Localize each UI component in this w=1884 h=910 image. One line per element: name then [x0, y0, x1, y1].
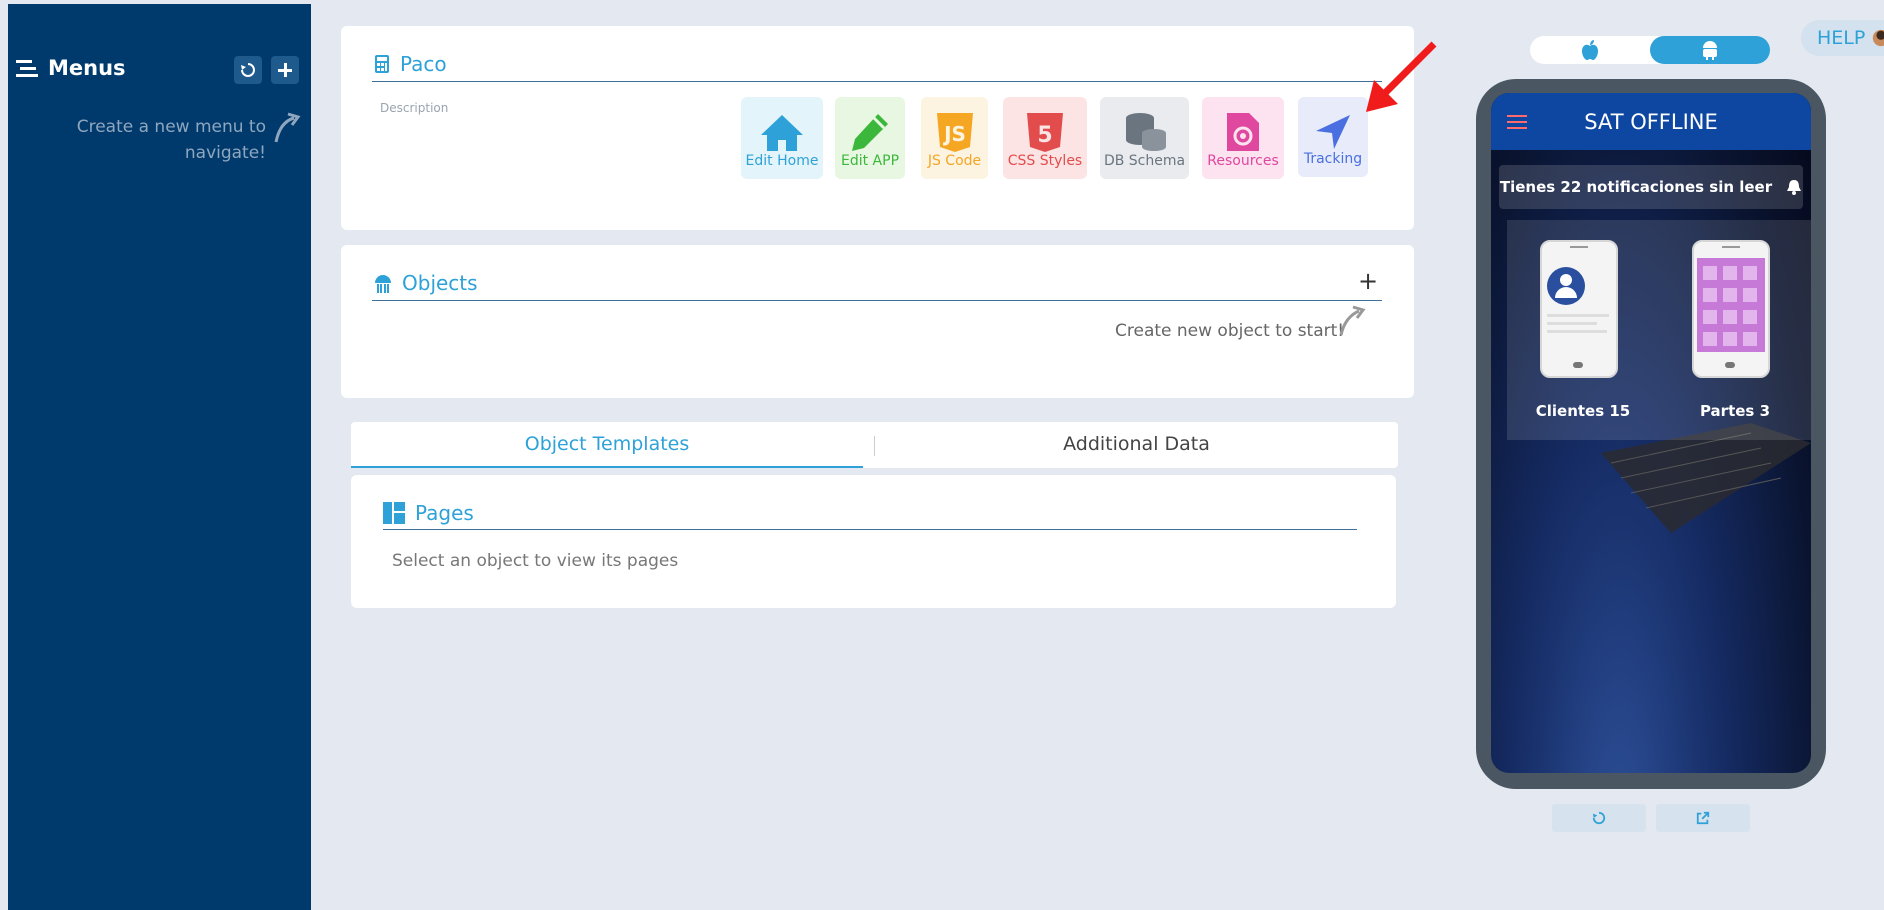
phone-app-header: SAT OFFLINE: [1491, 93, 1811, 150]
curved-arrow-icon: [274, 112, 301, 143]
menu-lines-icon: [16, 60, 38, 77]
mini-phone-image: [1692, 240, 1770, 378]
clientes-tile[interactable]: Clientes 15: [1507, 220, 1659, 440]
add-object-button[interactable]: +: [1358, 267, 1378, 295]
sidebar: Menus Create a new menu to navigate!: [8, 4, 311, 910]
phone-app-title: SAT OFFLINE: [1584, 109, 1718, 134]
pages-title: Pages: [383, 501, 474, 525]
apple-icon: [1582, 40, 1598, 60]
objects-divider: [372, 300, 1382, 301]
pencil-icon: [852, 114, 888, 151]
refresh-icon: [241, 63, 255, 77]
tab-additional-data[interactable]: Additional Data: [875, 422, 1398, 466]
sidebar-hint: Create a new menu to navigate!: [76, 117, 266, 163]
pages-empty-text: Select an object to view its pages: [392, 551, 679, 571]
project-title: Paco: [374, 52, 447, 76]
ios-option[interactable]: [1530, 36, 1650, 64]
help-button[interactable]: HELP: [1801, 20, 1884, 56]
edit-home-label: Edit Home: [745, 153, 819, 169]
svg-text:JS: JS: [942, 122, 966, 146]
open-preview-button[interactable]: [1656, 804, 1750, 832]
location-arrow-icon: [1316, 115, 1350, 149]
calculator-icon: [375, 55, 389, 73]
objects-title-text: Objects: [402, 271, 478, 295]
edit-app-button[interactable]: Edit APP: [835, 97, 905, 179]
edit-app-label: Edit APP: [840, 153, 900, 169]
clientes-label: Clientes 15: [1535, 402, 1631, 420]
description-label: Description: [380, 101, 449, 115]
objects-hint: Create new object to start!: [1115, 321, 1345, 341]
html5-icon: 5: [1027, 113, 1063, 152]
css-styles-label: CSS Styles: [1007, 153, 1083, 169]
phone-screen: SAT OFFLINE Tienes 22 notificaciones sin…: [1491, 93, 1811, 773]
notification-banner[interactable]: Tienes 22 notificaciones sin leer: [1499, 165, 1803, 209]
project-card: Paco Description Edit Home Edit APP JS J…: [341, 26, 1414, 230]
tab-bar: Object Templates Additional Data: [351, 422, 1398, 468]
css-styles-button[interactable]: 5 CSS Styles: [1003, 97, 1087, 179]
android-option[interactable]: [1650, 36, 1770, 64]
home-icon: [761, 115, 803, 151]
curved-arrow-icon: [1339, 305, 1366, 336]
pages-title-text: Pages: [415, 501, 474, 525]
tab-object-templates[interactable]: Object Templates: [351, 422, 863, 468]
partes-label: Partes 3: [1699, 402, 1771, 420]
refresh-preview-button[interactable]: [1552, 804, 1646, 832]
sidebar-title-text: Menus: [48, 56, 126, 80]
db-schema-button[interactable]: DB Schema: [1100, 97, 1189, 179]
file-gear-icon: [1227, 113, 1259, 151]
external-link-icon: [1696, 811, 1710, 825]
db-schema-label: DB Schema: [1103, 153, 1186, 169]
tracking-button[interactable]: Tracking: [1298, 97, 1368, 177]
dashboard-icon: [383, 502, 405, 524]
pages-divider: [383, 529, 1357, 530]
add-menu-button[interactable]: [271, 56, 299, 84]
notification-text: Tienes 22 notificaciones sin leer: [1499, 178, 1773, 196]
help-label: HELP: [1817, 27, 1866, 49]
sidebar-title: Menus: [16, 56, 126, 80]
svg-text:5: 5: [1037, 123, 1052, 148]
js-code-button[interactable]: JS JS Code: [921, 97, 988, 179]
partes-tile[interactable]: Partes 3: [1659, 220, 1811, 440]
database-icon: [1125, 113, 1166, 151]
red-arrow-icon: [1366, 41, 1437, 112]
user-avatar-icon: [1547, 267, 1585, 305]
resources-button[interactable]: Resources: [1202, 97, 1284, 179]
objects-card: Objects + Create new object to start!: [341, 245, 1414, 398]
pages-card: Pages Select an object to view its pages: [351, 475, 1396, 608]
js-code-label: JS Code: [927, 153, 982, 169]
plus-icon: [278, 63, 292, 77]
bell-icon: [1787, 180, 1802, 195]
edit-home-button[interactable]: Edit Home: [741, 97, 823, 179]
refresh-menus-button[interactable]: [234, 56, 262, 84]
hamburger-icon[interactable]: [1507, 115, 1527, 129]
resources-label: Resources: [1207, 153, 1279, 169]
jellyfish-icon: [375, 275, 391, 293]
grid-content-icon: [1697, 258, 1765, 352]
satellite-image: [1601, 423, 1811, 533]
android-icon: [1703, 41, 1717, 60]
mini-phone-image: [1540, 240, 1618, 378]
refresh-icon: [1592, 811, 1606, 825]
platform-toggle: [1530, 36, 1770, 64]
objects-title: Objects: [374, 271, 478, 295]
project-title-text: Paco: [400, 52, 447, 76]
tracking-label: Tracking: [1303, 151, 1363, 167]
avatar-icon: [1873, 29, 1884, 47]
js-icon: JS: [936, 113, 973, 152]
project-divider: [372, 81, 1382, 82]
